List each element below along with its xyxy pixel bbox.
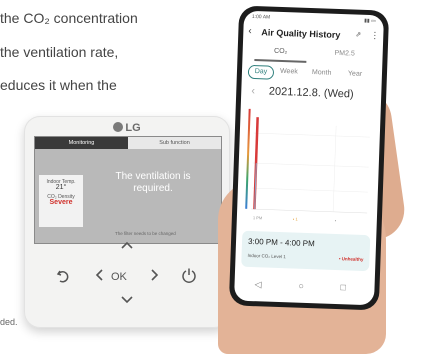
- back-icon[interactable]: [54, 268, 72, 287]
- right-arrow-icon[interactable]: [146, 268, 164, 285]
- air-status: • Unhealthy: [338, 256, 364, 262]
- time-detail-card: 3:00 PM - 4:00 PM Indoor CO₂ Level 1 • U…: [241, 230, 371, 272]
- left-arrow-icon[interactable]: [90, 268, 108, 285]
- status-time: 1:00 AM: [251, 13, 271, 21]
- doc-line-2: the ventilation rate,: [0, 44, 119, 60]
- tab-subfunction[interactable]: Sub function: [128, 137, 221, 149]
- brand-logo: LG: [24, 122, 230, 134]
- tab-monitoring[interactable]: Monitoring: [35, 137, 128, 149]
- period-selector: Day Week Month Year: [242, 64, 382, 84]
- period-month[interactable]: Month: [312, 69, 332, 77]
- status-panel: Indoor Temp. 21° CO₂ Density Severe: [39, 175, 83, 227]
- filter-notice: The filter needs to be changed: [115, 231, 176, 236]
- controller-display: Monitoring Sub function Indoor Temp. 21°…: [34, 136, 222, 244]
- doc-footnote: ded.: [0, 317, 18, 327]
- co2-history-chart: 1 PM • 1 •: [245, 108, 370, 223]
- indoor-temp-value: 21°: [55, 184, 67, 191]
- phone-screen: 1:00 AM ▮▮ ▭ ‹ Air Quality History ⇗ ⋮ C…: [233, 10, 385, 306]
- nav-home-icon[interactable]: ○: [298, 281, 304, 291]
- battery-icon: ▮▮ ▭: [364, 17, 376, 25]
- period-week[interactable]: Week: [280, 68, 298, 76]
- nav-recent-icon[interactable]: □: [340, 282, 346, 292]
- doc-line-3: educes it when the: [0, 77, 117, 93]
- co2-status: Severe: [49, 199, 73, 206]
- svg-text:1 PM: 1 PM: [253, 215, 263, 220]
- up-arrow-icon[interactable]: [118, 238, 136, 253]
- period-day[interactable]: Day: [247, 64, 275, 80]
- down-arrow-icon[interactable]: [118, 293, 136, 308]
- svg-text:• 1: • 1: [293, 216, 299, 221]
- doc-line-1: the CO₂ concentration: [0, 10, 138, 26]
- lg-logo-icon: [113, 122, 124, 132]
- period-year[interactable]: Year: [348, 70, 362, 77]
- status-bar: 1:00 AM ▮▮ ▭: [252, 14, 376, 26]
- smartphone: 1:00 AM ▮▮ ▭ ‹ Air Quality History ⇗ ⋮ C…: [228, 5, 390, 311]
- wall-controller: LG Monitoring Sub function Indoor Temp. …: [24, 116, 230, 328]
- ok-button[interactable]: OK: [111, 271, 127, 283]
- tab-indicator: [254, 59, 307, 63]
- tab-co2[interactable]: CO₂: [251, 47, 311, 56]
- share-icon[interactable]: ⇗: [355, 31, 361, 39]
- more-icon[interactable]: ⋮: [370, 30, 379, 41]
- nav-back-icon[interactable]: ◁: [254, 279, 261, 290]
- time-range: 3:00 PM - 4:00 PM: [247, 236, 315, 249]
- app-bar: ‹ Air Quality History ⇗ ⋮: [243, 25, 383, 46]
- system-nav-bar: ◁ ○ □: [234, 276, 375, 301]
- prev-date-icon[interactable]: ‹: [251, 85, 255, 97]
- selected-date: ‹ 2021.12.8. (Wed): [251, 84, 354, 101]
- svg-text:•: •: [335, 218, 337, 223]
- level-scale: [245, 108, 251, 209]
- co2-level: Indoor CO₂ Level 1: [247, 252, 286, 260]
- pollutant-tabs: CO₂ PM2.5: [242, 45, 382, 66]
- back-arrow-icon[interactable]: ‹: [248, 26, 252, 37]
- ventilation-message: The ventilation is required.: [115, 171, 191, 194]
- tab-pm25[interactable]: PM2.5: [315, 49, 375, 58]
- power-icon[interactable]: [180, 267, 198, 286]
- app-title: Air Quality History: [261, 27, 341, 41]
